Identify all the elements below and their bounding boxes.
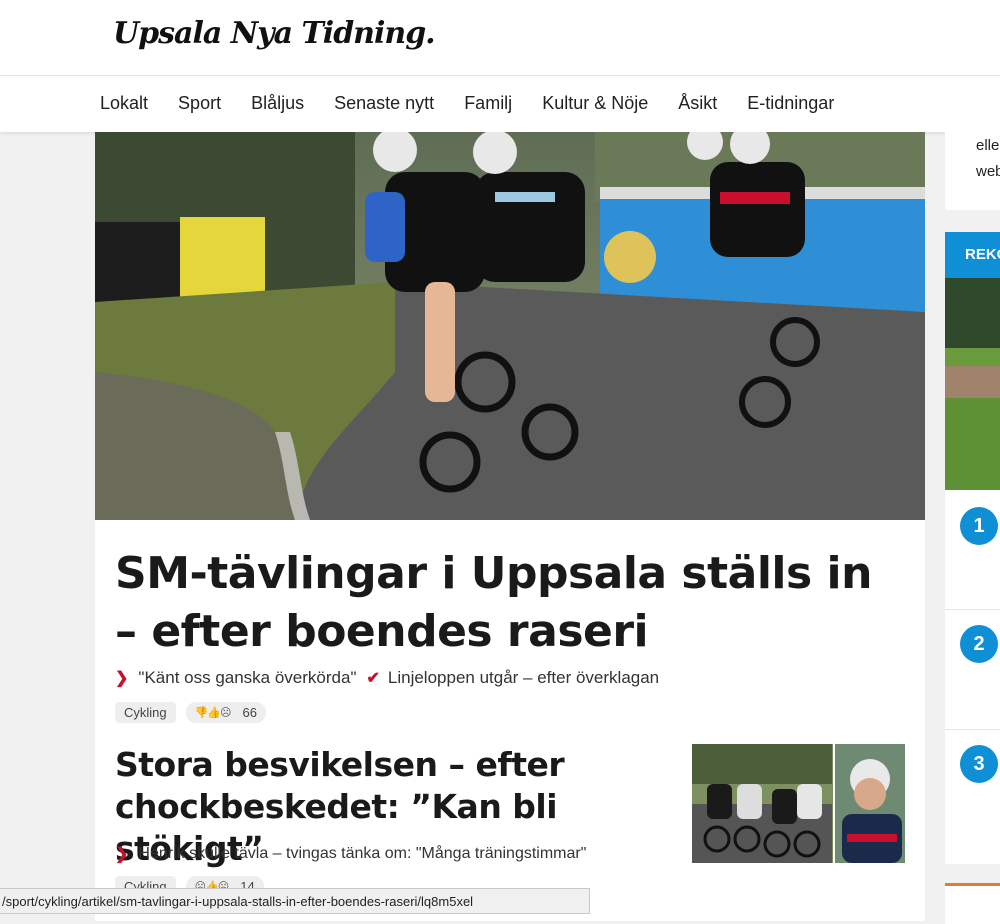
article-meta: Cykling 👎👍☹ 66 xyxy=(115,702,266,723)
reaction-count: 66 xyxy=(242,705,257,720)
related-link[interactable]: Henrik skulle tävla – tvingas tänka om: … xyxy=(138,845,586,863)
article-headline[interactable]: SM-tävlingar i Uppsala ställs in – efter… xyxy=(115,545,895,661)
divider xyxy=(945,609,1000,610)
sidebar-snippet: elle web xyxy=(945,132,1000,210)
nav-item-kultur-noje[interactable]: Kultur & Nöje xyxy=(542,93,648,114)
category-tag[interactable]: Cykling xyxy=(115,702,176,723)
hero-image[interactable] xyxy=(95,132,925,520)
reactions-badge[interactable]: 👎👍☹ 66 xyxy=(185,702,266,723)
article-thumbnail[interactable] xyxy=(692,744,905,863)
article-feed: SM-tävlingar i Uppsala ställs in – efter… xyxy=(95,132,925,921)
sidebar-snippet-text: web xyxy=(976,163,1000,180)
related-links: ❯ "Känt oss ganska överkörda" ✔ Linjelop… xyxy=(115,668,659,688)
nav-item-e-tidningar[interactable]: E-tidningar xyxy=(747,93,834,114)
rank-number-badge: 3 xyxy=(960,745,998,783)
recommended-image[interactable] xyxy=(945,278,1000,490)
link-preview-statusbar: /sport/cykling/artikel/sm-tavlingar-i-up… xyxy=(0,888,590,914)
related-links: ❯ Henrik skulle tävla – tvingas tänka om… xyxy=(115,844,586,864)
related-link[interactable]: "Känt oss ganska överkörda" xyxy=(138,668,356,688)
recommended-photo xyxy=(945,278,1000,490)
nav-item-familj[interactable]: Familj xyxy=(464,93,512,114)
rank-number-badge: 2 xyxy=(960,625,998,663)
chevron-right-icon: ❯ xyxy=(115,670,129,687)
recommended-list-header: REKO xyxy=(945,232,1000,278)
nav-item-senaste-nytt[interactable]: Senaste nytt xyxy=(334,93,434,114)
nav-item-lokalt[interactable]: Lokalt xyxy=(100,93,148,114)
rank-number-badge: 1 xyxy=(960,507,998,545)
divider xyxy=(945,729,1000,730)
nav-item-blaljus[interactable]: Blåljus xyxy=(251,93,304,114)
sidebar-widget xyxy=(945,883,1000,924)
nav-item-sport[interactable]: Sport xyxy=(178,93,221,114)
reaction-emoji-icons: 👎👍☹ xyxy=(194,707,232,719)
site-header: Upsala Nya Tidning. xyxy=(0,0,1000,76)
thumbnail-photo-cyclists xyxy=(692,744,905,863)
site-logo[interactable]: Upsala Nya Tidning. xyxy=(113,16,436,51)
nav-item-asikt[interactable]: Åsikt xyxy=(678,93,717,114)
check-icon: ✔ xyxy=(366,670,380,687)
hero-photo-cyclists xyxy=(95,132,925,520)
recommended-list: REKO 1 2 3 xyxy=(945,232,1000,864)
related-link[interactable]: Linjeloppen utgår – efter överklagan xyxy=(388,668,659,688)
chevron-right-icon: ❯ xyxy=(115,846,129,863)
sidebar-snippet-text: elle xyxy=(976,137,1000,154)
main-nav: Lokalt Sport Blåljus Senaste nytt Familj… xyxy=(0,76,1000,132)
